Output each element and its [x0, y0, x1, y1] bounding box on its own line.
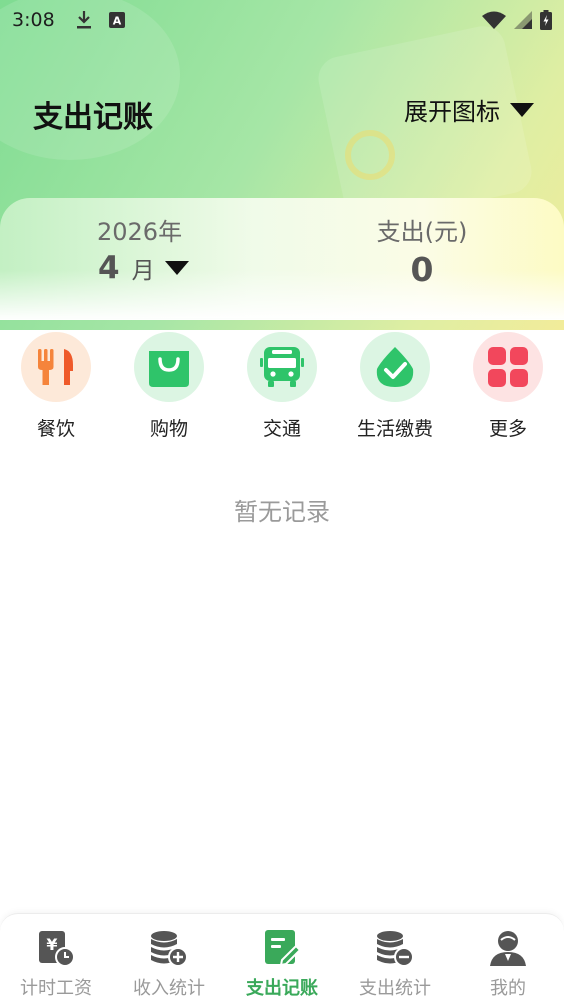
coins-plus-icon [149, 928, 189, 968]
tab-label: 我的 [490, 978, 526, 999]
status-time: 3:08 [12, 9, 55, 31]
tab-income-stats[interactable]: 收入统计 [113, 928, 225, 1000]
expand-icons-label: 展开图标 [404, 98, 500, 126]
category-label: 生活缴费 [356, 418, 433, 440]
empty-state-text: 暂无记录 [234, 498, 330, 526]
month-picker[interactable]: 4 月 [98, 250, 189, 286]
category-label: 购物 [149, 418, 188, 440]
decor-magnifier-illustration [345, 130, 395, 180]
fork-knife-icon [21, 332, 91, 402]
summary-card-fade [0, 270, 564, 320]
category-row: 餐饮 购物 交通 生活缴费 更多 [0, 332, 564, 442]
tab-profile[interactable]: 我的 [452, 928, 564, 1000]
expense-total-label: 支出(元) [376, 218, 468, 246]
caret-down-icon [510, 102, 534, 117]
expand-icons-button[interactable]: 展开图标 [404, 92, 534, 127]
download-icon [75, 10, 93, 30]
timesheet-icon: ¥ [36, 928, 76, 968]
category-label: 交通 [262, 418, 301, 440]
user-icon [488, 928, 528, 968]
category-utilities[interactable]: 生活缴费 [340, 332, 450, 441]
tab-expense-record[interactable]: 支出记账 [226, 928, 338, 1000]
category-label: 餐饮 [36, 418, 75, 440]
page-title: 支出记账 [33, 100, 153, 135]
category-transport[interactable]: 交通 [227, 332, 337, 441]
category-shopping[interactable]: 购物 [114, 332, 224, 441]
status-bar: 3:08 A [0, 0, 564, 40]
signal-icon [514, 11, 532, 29]
category-dining[interactable]: 餐饮 [1, 332, 111, 441]
grid-more-icon [473, 332, 543, 402]
water-drop-check-icon [360, 332, 430, 402]
battery-icon [540, 10, 552, 30]
tab-label: 支出统计 [359, 978, 431, 999]
notification-a-icon: A [108, 12, 125, 28]
note-edit-icon [262, 928, 302, 968]
svg-text:¥: ¥ [46, 935, 57, 954]
coins-minus-icon [375, 928, 415, 968]
bottom-tab-bar: ¥ 计时工资 收入统计 支出记账 支出统计 我的 [0, 913, 564, 1004]
year-label: 2026年 [97, 218, 183, 246]
bus-icon [247, 332, 317, 402]
svg-text:A: A [112, 15, 121, 28]
caret-down-icon [164, 261, 189, 275]
expense-total-value: 0 [410, 250, 434, 289]
tab-expense-stats[interactable]: 支出统计 [339, 928, 451, 1000]
tab-label: 收入统计 [133, 978, 205, 999]
shopping-bag-icon [134, 332, 204, 402]
tab-label: 支出记账 [246, 978, 318, 999]
month-unit: 月 [131, 258, 155, 284]
tab-label: 计时工资 [20, 978, 92, 999]
month-number: 4 [98, 250, 120, 286]
tab-timesheet[interactable]: ¥ 计时工资 [0, 928, 112, 1000]
category-label: 更多 [488, 418, 527, 440]
category-more[interactable]: 更多 [453, 332, 563, 441]
wifi-icon [482, 11, 506, 29]
